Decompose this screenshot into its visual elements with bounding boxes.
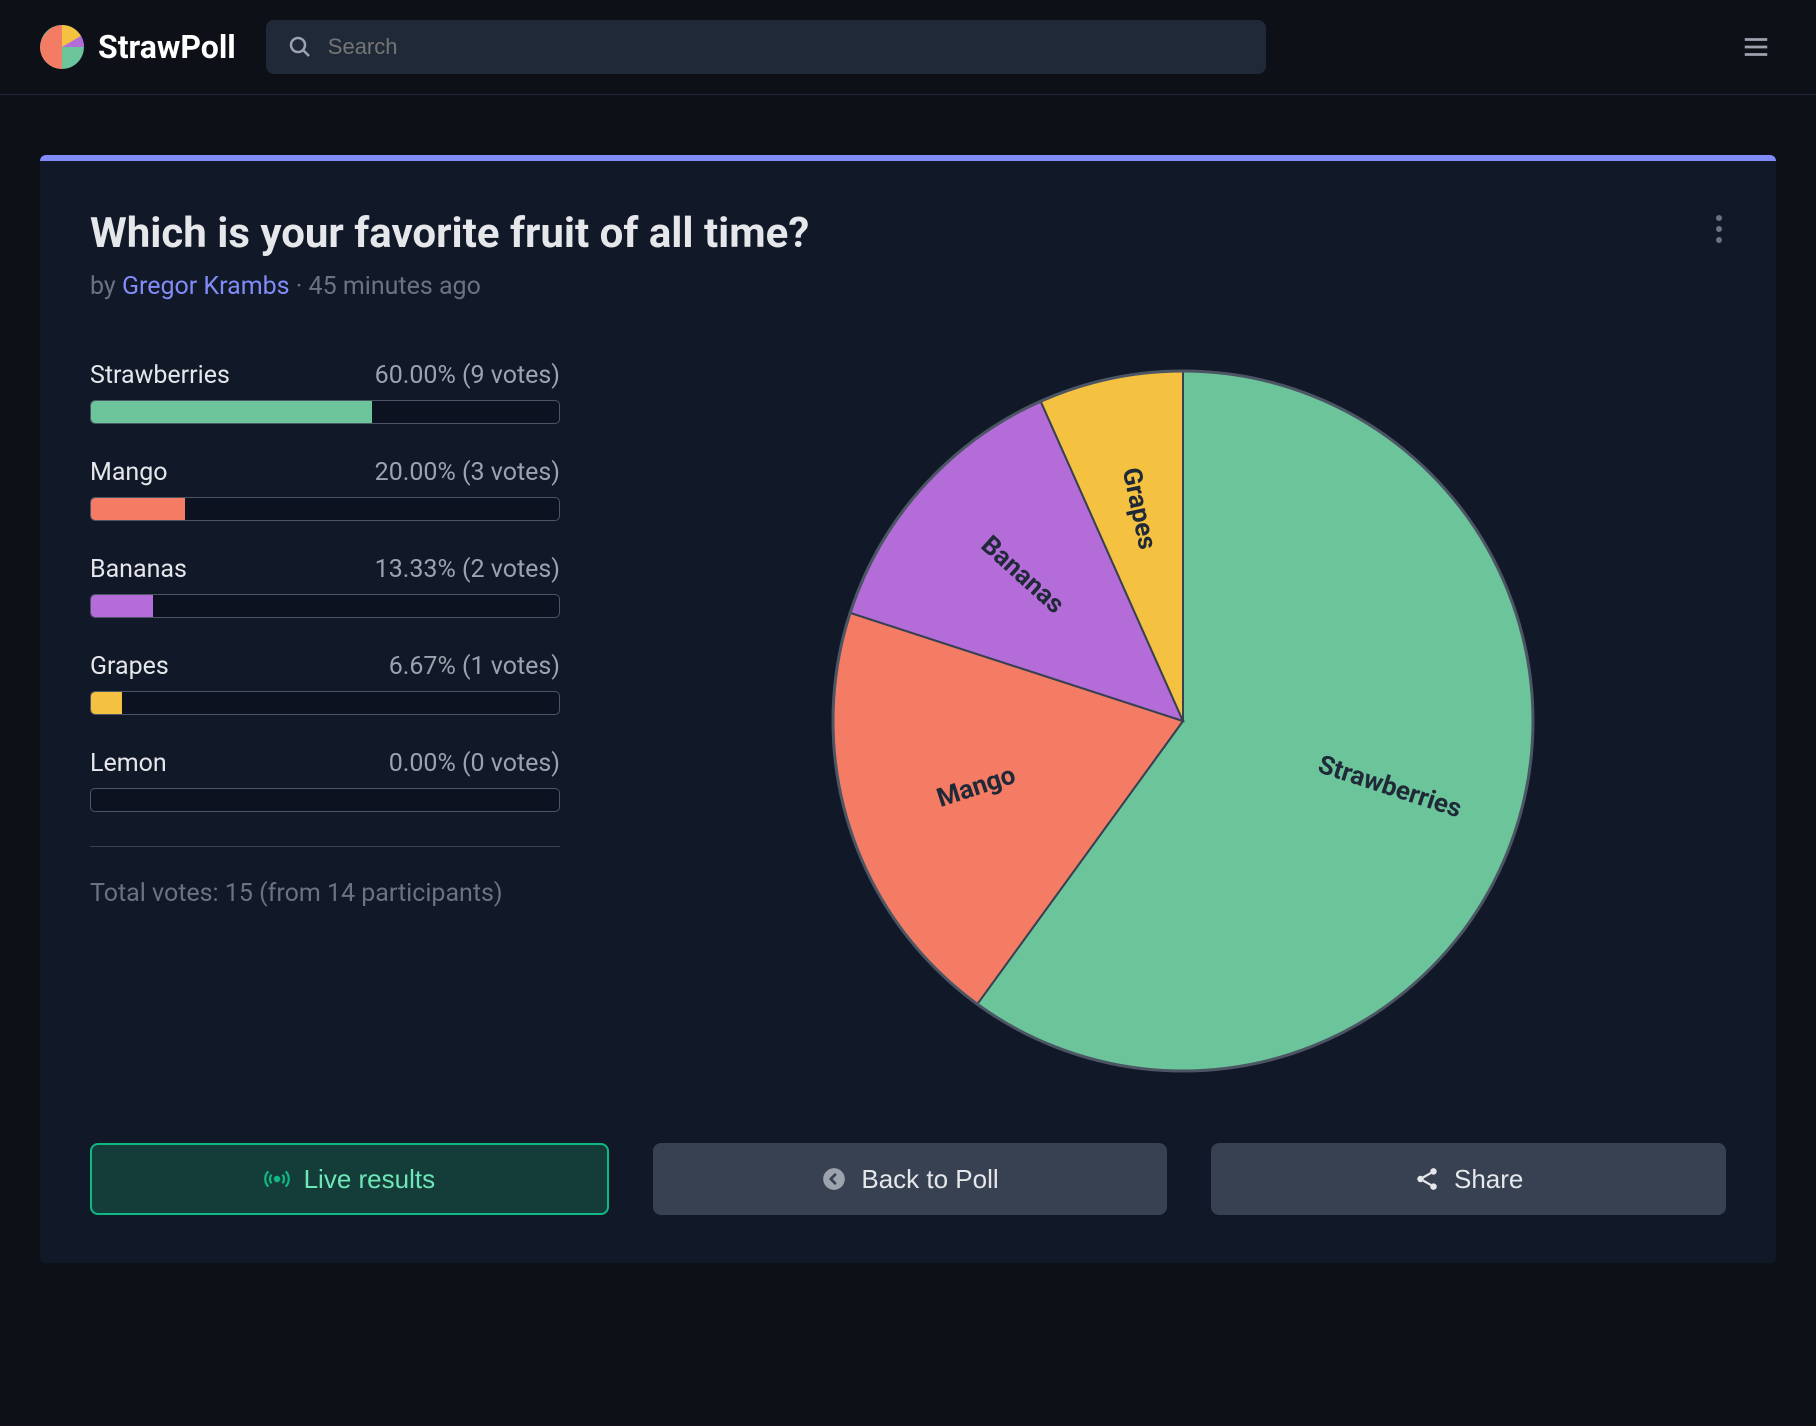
result-row: Mango 20.00% (3 votes) bbox=[90, 458, 560, 521]
results-divider bbox=[90, 846, 560, 847]
share-label: Share bbox=[1454, 1164, 1523, 1195]
results-list: Strawberries 60.00% (9 votes) Mango 20.0… bbox=[90, 361, 560, 1085]
search-icon bbox=[288, 35, 312, 59]
live-results-label: Live results bbox=[304, 1164, 436, 1195]
result-value: 6.67% (1 votes) bbox=[389, 652, 560, 681]
result-bar bbox=[90, 788, 560, 812]
hamburger-menu-button[interactable] bbox=[1736, 27, 1776, 67]
total-votes-text: Total votes: 15 (from 14 participants) bbox=[90, 875, 560, 913]
poll-title: Which is your favorite fruit of all time… bbox=[90, 209, 1726, 258]
result-row: Grapes 6.67% (1 votes) bbox=[90, 652, 560, 715]
pie-chart: StrawberriesMangoBananasGrapes bbox=[823, 361, 1543, 1081]
share-icon bbox=[1414, 1166, 1440, 1192]
result-value: 0.00% (0 votes) bbox=[389, 749, 560, 778]
arrow-left-circle-icon bbox=[821, 1166, 847, 1192]
poll-author-link[interactable]: Gregor Krambs bbox=[122, 272, 290, 301]
hamburger-icon bbox=[1741, 32, 1771, 62]
search-input[interactable] bbox=[328, 34, 1244, 60]
app-header: StrawPoll bbox=[0, 0, 1816, 95]
result-bar-fill bbox=[91, 692, 122, 714]
result-bar bbox=[90, 594, 560, 618]
result-label: Strawberries bbox=[90, 361, 230, 390]
back-to-poll-label: Back to Poll bbox=[861, 1164, 998, 1195]
action-buttons: Live results Back to Poll Share bbox=[90, 1143, 1726, 1215]
result-label: Grapes bbox=[90, 652, 169, 681]
result-value: 60.00% (9 votes) bbox=[375, 361, 560, 390]
brand-logo-icon bbox=[40, 25, 84, 69]
brand-name: StrawPoll bbox=[98, 28, 236, 66]
result-bar bbox=[90, 691, 560, 715]
poll-time-ago: 45 minutes ago bbox=[309, 272, 481, 301]
result-label: Mango bbox=[90, 458, 168, 487]
meta-by: by bbox=[90, 272, 122, 301]
meta-sep: · bbox=[290, 272, 309, 301]
back-to-poll-button[interactable]: Back to Poll bbox=[653, 1143, 1168, 1215]
search-bar[interactable] bbox=[266, 20, 1266, 74]
pie-chart-container: StrawberriesMangoBananasGrapes bbox=[640, 361, 1726, 1085]
result-row: Bananas 13.33% (2 votes) bbox=[90, 555, 560, 618]
result-bar-fill bbox=[91, 595, 153, 617]
live-results-button[interactable]: Live results bbox=[90, 1143, 609, 1215]
result-value: 20.00% (3 votes) bbox=[375, 458, 560, 487]
poll-meta: by Gregor Krambs · 45 minutes ago bbox=[90, 272, 1726, 301]
result-bar-fill bbox=[91, 498, 185, 520]
result-row: Strawberries 60.00% (9 votes) bbox=[90, 361, 560, 424]
brand[interactable]: StrawPoll bbox=[40, 25, 236, 69]
result-bar bbox=[90, 497, 560, 521]
result-bar bbox=[90, 400, 560, 424]
poll-results-card: Which is your favorite fruit of all time… bbox=[40, 155, 1776, 1263]
broadcast-icon bbox=[264, 1166, 290, 1192]
result-label: Bananas bbox=[90, 555, 187, 584]
result-row: Lemon 0.00% (0 votes) bbox=[90, 749, 560, 812]
result-value: 13.33% (2 votes) bbox=[375, 555, 560, 584]
result-label: Lemon bbox=[90, 749, 167, 778]
share-button[interactable]: Share bbox=[1211, 1143, 1726, 1215]
result-bar-fill bbox=[91, 401, 372, 423]
card-options-button[interactable] bbox=[1710, 209, 1728, 249]
